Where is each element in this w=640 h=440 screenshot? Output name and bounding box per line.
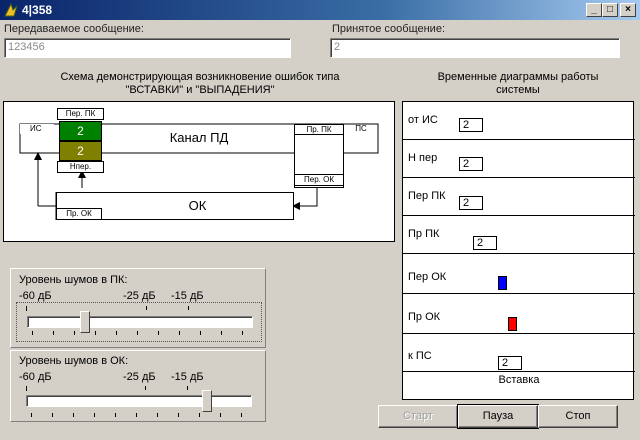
received-message-field[interactable]: 2 — [330, 38, 620, 58]
timing-row-value: 2 — [498, 356, 522, 370]
noise-ok-slider[interactable] — [16, 383, 262, 421]
schema-panel: ИС Пер. ПК 2 2 Нпер. Канал ПД Пр. ПК ПС … — [3, 101, 395, 242]
timing-row-label: Пер ПК — [408, 190, 446, 202]
minimize-button[interactable]: _ — [586, 3, 602, 17]
minor-tick — [73, 413, 74, 417]
schema-caption-line1: Схема демонстрирующая возникновение ошиб… — [60, 71, 340, 83]
minor-tick — [32, 331, 33, 335]
pr-pk-label: Пр. ПК — [294, 124, 344, 135]
per-ok-label: Пер. ОК — [294, 174, 344, 186]
minor-tick — [221, 331, 222, 335]
noise-pk-group: Уровень шумов в ПК: -60 дБ -25 дБ -15 дБ — [10, 268, 266, 348]
noise-ok-group: Уровень шумов в ОК: -60 дБ -25 дБ -15 дБ — [10, 350, 266, 422]
noise-pk-tick-label: -60 дБ — [19, 290, 52, 302]
minor-tick — [158, 331, 159, 335]
timing-status: Вставка — [498, 374, 540, 386]
timing-row: Пер ПК 2 — [403, 178, 635, 216]
noise-pk-track — [27, 316, 253, 328]
minor-tick — [199, 413, 200, 417]
noise-ok-tick-label: -60 дБ — [19, 371, 52, 383]
noise-pk-slider[interactable] — [16, 302, 262, 342]
noise-pk-label: Уровень шумов в ПК: — [19, 274, 128, 286]
timing-panel: от ИС 2 Н пер 2 Пер ПК 2 Пр ПК 2 Пер ОК … — [402, 101, 635, 400]
minor-tick — [52, 413, 53, 417]
channel-label: Канал ПД — [169, 130, 229, 145]
minor-tick — [31, 413, 32, 417]
minor-tick — [157, 413, 158, 417]
window-title: 4|358 — [22, 3, 53, 17]
timing-row-label: Н пер — [408, 152, 438, 164]
minor-tick — [116, 331, 117, 335]
noise-ok-tick-label: -15 дБ — [171, 371, 204, 383]
minor-tick — [137, 331, 138, 335]
tick — [188, 306, 189, 310]
minor-tick — [94, 413, 95, 417]
timing-row-label: к ПС — [408, 350, 432, 362]
timing-row-value: 2 — [459, 118, 483, 132]
timing-row-value: 2 — [459, 157, 483, 171]
timing-row: Н пер 2 — [403, 140, 635, 178]
timing-row-label: Пр ПК — [408, 228, 440, 240]
noise-pk-tick-label: -15 дБ — [171, 290, 204, 302]
timing-row: к ПС 2 — [403, 334, 635, 372]
noise-ok-thumb[interactable] — [202, 390, 212, 412]
app-icon — [4, 2, 18, 17]
minor-tick — [200, 331, 201, 335]
minor-tick — [53, 331, 54, 335]
timing-row-label: от ИС — [408, 114, 438, 126]
n-per-value: 2 — [59, 141, 102, 161]
timing-row-label: Пер ОК — [408, 271, 447, 283]
pause-button[interactable]: Пауза — [457, 404, 539, 429]
timing-caption-line1: Временные диаграммы работы — [437, 71, 599, 83]
minor-tick — [95, 331, 96, 335]
pr-ok-label: Пр. ОК — [56, 208, 102, 220]
per-pk-label: Пер. ПК — [57, 108, 104, 120]
tick — [146, 306, 147, 310]
timing-row-value: 2 — [473, 236, 497, 250]
timing-row: Пр ПК 2 — [403, 216, 635, 254]
minor-tick — [220, 413, 221, 417]
minor-tick — [136, 413, 137, 417]
pr-ok-marker — [508, 317, 517, 331]
ok-label: ОК — [188, 198, 207, 213]
per-ok-marker — [498, 276, 507, 290]
noise-pk-tick-label: -25 дБ — [123, 290, 156, 302]
n-per-label: Нпер. — [57, 161, 104, 173]
maximize-button[interactable]: □ — [602, 3, 618, 17]
noise-pk-thumb[interactable] — [80, 311, 90, 333]
tick — [187, 386, 188, 390]
tick — [26, 306, 27, 311]
sent-message-label: Передаваемое сообщение: — [4, 23, 144, 35]
timing-caption-line2: системы — [496, 84, 540, 96]
sent-message-field[interactable]: 123456 — [4, 38, 291, 58]
per-pk-value: 2 — [59, 121, 102, 141]
received-message-label: Принятое сообщение: — [332, 23, 446, 35]
timing-row: Пр ОК — [403, 294, 635, 334]
minor-tick — [241, 413, 242, 417]
start-button[interactable]: Старт — [378, 405, 458, 428]
timing-row: Пер ОК — [403, 254, 635, 294]
schema-caption-line2: "ВСТАВКИ" и "ВЫПАДЕНИЯ" — [125, 84, 275, 96]
noise-ok-tick-label: -25 дБ — [123, 371, 156, 383]
timing-row-label: Пр ОК — [408, 311, 441, 323]
minor-tick — [179, 331, 180, 335]
close-button[interactable]: × — [620, 3, 636, 17]
title-bar: 4|358 _ □ × — [0, 0, 640, 20]
minor-tick — [74, 331, 75, 335]
timing-row: от ИС 2 — [403, 102, 635, 140]
noise-ok-track — [26, 395, 252, 407]
noise-ok-label: Уровень шумов в ОК: — [19, 355, 129, 367]
is-label: ИС — [20, 124, 54, 134]
minor-tick — [242, 331, 243, 335]
minor-tick — [115, 413, 116, 417]
timing-row-value: 2 — [459, 196, 483, 210]
tick — [26, 386, 27, 391]
stop-button[interactable]: Стоп — [538, 405, 618, 428]
minor-tick — [178, 413, 179, 417]
ps-label: ПС — [355, 124, 367, 133]
tick — [145, 386, 146, 390]
